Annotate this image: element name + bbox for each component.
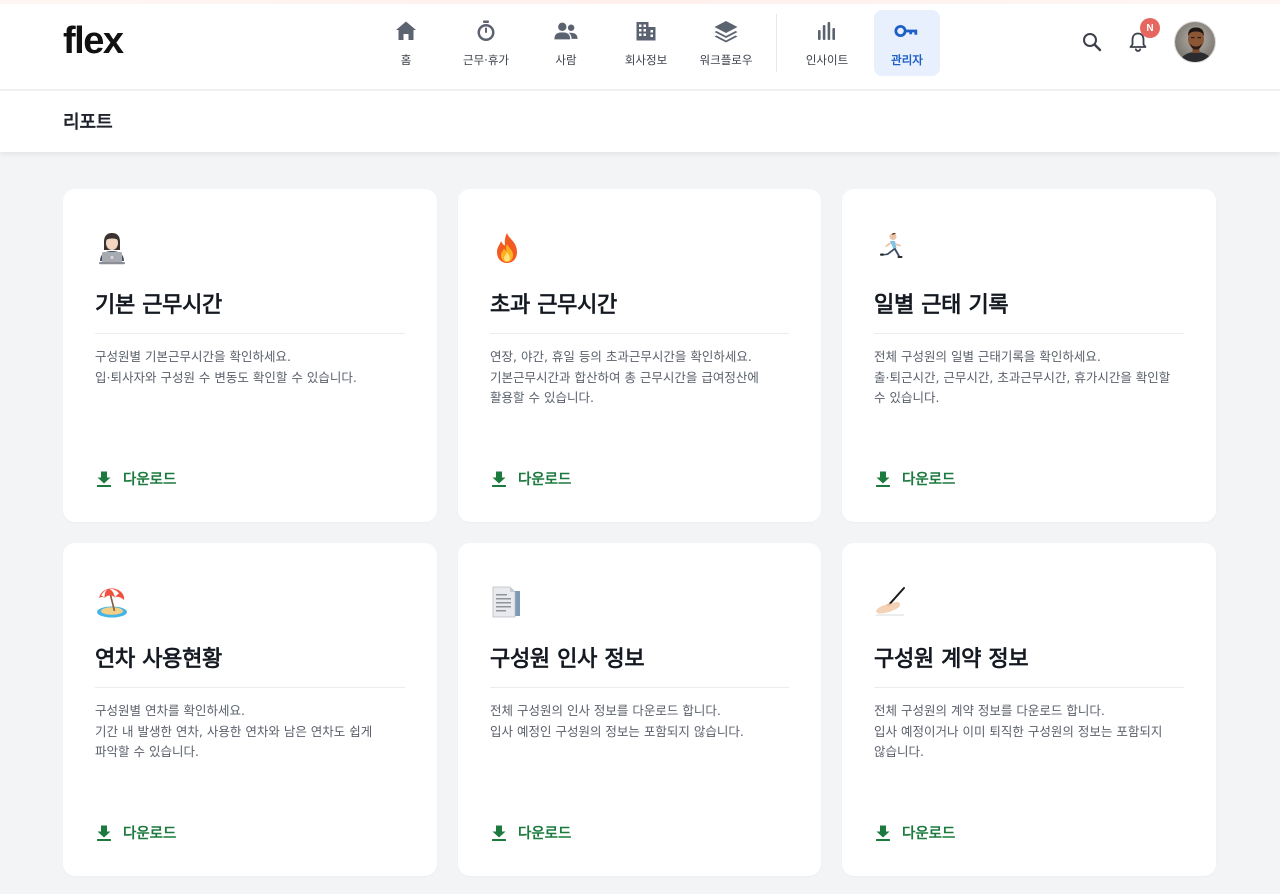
writing-hand-emoji	[874, 585, 908, 619]
report-description: 연장, 야간, 휴일 등의 초과근무시간을 확인하세요. 기본근무시간과 합산하…	[490, 347, 781, 409]
nav-label: 워크플로우	[699, 53, 753, 67]
nav-item-company-info[interactable]: 회사정보	[613, 10, 679, 76]
nav-label: 회사정보	[624, 53, 668, 67]
download-icon	[876, 471, 890, 487]
description-line: 않습니다.	[874, 744, 924, 759]
card-divider	[874, 333, 1184, 334]
avatar[interactable]	[1174, 21, 1216, 63]
home-icon	[393, 18, 419, 44]
description-line: 구성원별 기본근무시간을 확인하세요.	[95, 349, 291, 364]
global-navigation: 홈 근무·휴가 사람 회사정보 워크플로우 인사이트 관리자	[366, 10, 947, 76]
nav-item-admin[interactable]: 관리자	[874, 10, 940, 76]
download-icon	[97, 471, 111, 487]
report-description: 전체 구성원의 인사 정보를 다운로드 합니다. 입사 예정인 구성원의 정보는…	[490, 701, 781, 742]
card-divider	[490, 687, 789, 688]
layers-icon	[713, 18, 739, 44]
report-title: 구성원 계약 정보	[874, 647, 1029, 672]
report-card-member-hr-info: 구성원 인사 정보 전체 구성원의 인사 정보를 다운로드 합니다. 입사 예정…	[458, 543, 821, 876]
download-label: 다운로드	[902, 472, 956, 488]
nav-item-home[interactable]: 홈	[373, 10, 439, 76]
download-label: 다운로드	[518, 826, 572, 842]
report-title: 초과 근무시간	[490, 293, 617, 318]
report-description: 전체 구성원의 일별 근태기록을 확인하세요. 출·퇴근시간, 근무시간, 초과…	[874, 347, 1176, 409]
fire-emoji	[490, 231, 524, 265]
download-icon	[876, 825, 890, 841]
document-emoji	[490, 585, 524, 619]
nav-item-insight[interactable]: 인사이트	[794, 10, 860, 76]
download-button[interactable]: 다운로드	[490, 468, 571, 489]
download-button[interactable]: 다운로드	[95, 468, 176, 489]
report-title: 기본 근무시간	[95, 293, 222, 318]
nav-label: 관리자	[891, 53, 923, 67]
report-description: 구성원별 연차를 확인하세요. 기간 내 발생한 연차, 사용한 연차와 남은 …	[95, 701, 397, 763]
download-label: 다운로드	[123, 826, 177, 842]
download-button[interactable]: 다운로드	[490, 822, 571, 843]
report-card-member-contract-info: 구성원 계약 정보 전체 구성원의 계약 정보를 다운로드 합니다. 입사 예정…	[842, 543, 1216, 876]
nav-divider	[776, 14, 777, 72]
utility-menu: N	[1080, 18, 1216, 64]
report-description: 전체 구성원의 계약 정보를 다운로드 합니다. 입사 예정이거나 이미 퇴직한…	[874, 701, 1176, 763]
runner-emoji	[874, 231, 908, 265]
description-line: 수 있습니다.	[874, 390, 940, 405]
download-button[interactable]: 다운로드	[95, 822, 176, 843]
report-title: 연차 사용현황	[95, 647, 222, 672]
description-line: 입사 예정이거나 이미 퇴직한 구성원의 정보는 포함되지	[874, 723, 1163, 739]
description-line: 전체 구성원의 인사 정보를 다운로드 합니다.	[490, 703, 721, 718]
notification-button[interactable]: N	[1126, 18, 1160, 54]
report-card-grid: 기본 근무시간 구성원별 기본근무시간을 확인하세요. 입·퇴사자와 구성원 수…	[63, 189, 1216, 876]
card-divider	[490, 333, 789, 334]
download-icon	[97, 825, 111, 841]
notification-badge: N	[1140, 18, 1160, 38]
download-icon	[492, 471, 506, 487]
report-title: 구성원 인사 정보	[490, 647, 645, 672]
download-label: 다운로드	[518, 472, 572, 488]
nav-label: 홈	[400, 53, 412, 67]
nav-label: 인사이트	[805, 53, 849, 67]
description-line: 파악할 수 있습니다.	[95, 744, 199, 759]
description-line: 연장, 야간, 휴일 등의 초과근무시간을 확인하세요.	[490, 349, 752, 364]
description-line: 입사 예정인 구성원의 정보는 포함되지 않습니다.	[490, 723, 744, 739]
page-title: 리포트	[63, 112, 113, 133]
download-label: 다운로드	[123, 472, 177, 488]
report-card-daily-attendance: 일별 근태 기록 전체 구성원의 일별 근태기록을 확인하세요. 출·퇴근시간,…	[842, 189, 1216, 522]
beach-umbrella-emoji	[95, 585, 129, 619]
page-header: 리포트	[0, 91, 1280, 152]
stopwatch-icon	[473, 18, 499, 44]
download-label: 다운로드	[902, 826, 956, 842]
nav-item-workflow[interactable]: 워크플로우	[686, 10, 766, 76]
report-title: 일별 근태 기록	[874, 293, 1009, 318]
description-line: 구성원별 연차를 확인하세요.	[95, 703, 245, 718]
download-icon	[492, 825, 506, 841]
flex-logo[interactable]: flex	[63, 20, 124, 63]
building-icon	[633, 18, 659, 44]
technologist-emoji	[95, 231, 129, 265]
description-line: 기본근무시간과 합산하여 총 근무시간을 급여정산에	[490, 369, 759, 385]
report-card-overtime-hours: 초과 근무시간 연장, 야간, 휴일 등의 초과근무시간을 확인하세요. 기본근…	[458, 189, 821, 522]
description-line: 전체 구성원의 일별 근태기록을 확인하세요.	[874, 349, 1101, 364]
report-description: 구성원별 기본근무시간을 확인하세요. 입·퇴사자와 구성원 수 변동도 확인할…	[95, 347, 397, 388]
description-line: 출·퇴근시간, 근무시간, 초과근무시간, 휴가시간을 확인할	[874, 369, 1171, 385]
card-divider	[874, 687, 1184, 688]
description-line: 입·퇴사자와 구성원 수 변동도 확인할 수 있습니다.	[95, 369, 357, 385]
description-line: 활용할 수 있습니다.	[490, 390, 594, 405]
card-divider	[95, 687, 405, 688]
report-card-basic-work-hours: 기본 근무시간 구성원별 기본근무시간을 확인하세요. 입·퇴사자와 구성원 수…	[63, 189, 437, 522]
nav-label: 근무·휴가	[463, 53, 509, 67]
description-line: 전체 구성원의 계약 정보를 다운로드 합니다.	[874, 703, 1105, 718]
download-button[interactable]: 다운로드	[874, 822, 955, 843]
key-icon	[894, 18, 920, 44]
description-line: 기간 내 발생한 연차, 사용한 연차와 남은 연차도 쉽게	[95, 723, 373, 739]
card-divider	[95, 333, 405, 334]
people-icon	[553, 18, 579, 44]
nav-label: 사람	[555, 53, 577, 67]
bar-chart-icon	[814, 18, 840, 44]
report-card-annual-leave: 연차 사용현황 구성원별 연차를 확인하세요. 기간 내 발생한 연차, 사용한…	[63, 543, 437, 876]
nav-item-people[interactable]: 사람	[533, 10, 599, 76]
search-icon[interactable]	[1080, 30, 1104, 54]
nav-item-work-leave[interactable]: 근무·휴가	[453, 10, 519, 76]
download-button[interactable]: 다운로드	[874, 468, 955, 489]
top-navigation-bar: flex 홈 근무·휴가 사람 회사정보 워크플로우 인사이트 관리자 N	[0, 0, 1280, 90]
